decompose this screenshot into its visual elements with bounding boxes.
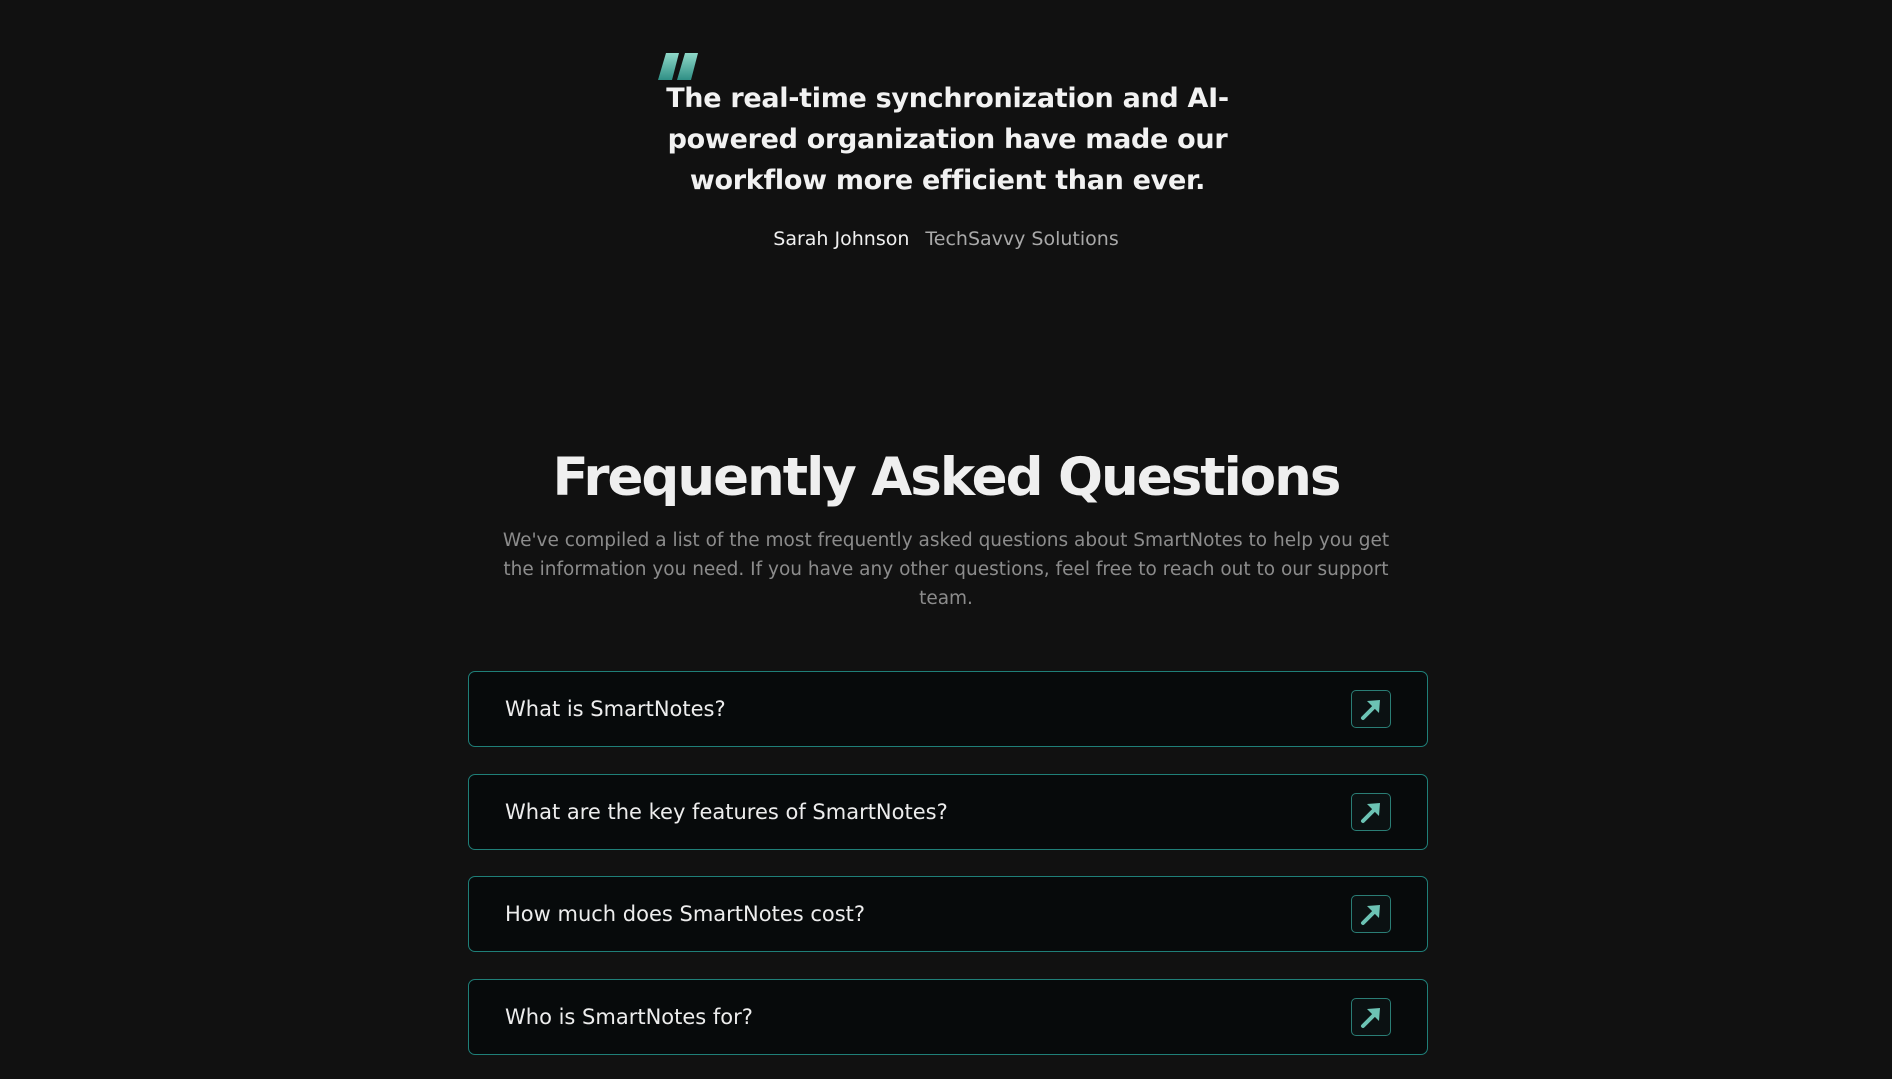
faq-item[interactable]: What are the key features of SmartNotes? bbox=[468, 773, 1428, 850]
testimonial-attribution: Sarah Johnson TechSavvy Solutions bbox=[0, 226, 1892, 252]
faq-title: Frequently Asked Questions bbox=[552, 447, 1342, 508]
faq-question: What is SmartNotes? bbox=[505, 697, 726, 721]
arrow-up-right-icon bbox=[1361, 1007, 1380, 1028]
testimonial-author: Sarah Johnson bbox=[773, 228, 910, 250]
faq-list: What is SmartNotes? What are the key fea… bbox=[468, 671, 1428, 1079]
faq-item[interactable]: How much does SmartNotes cost? bbox=[468, 876, 1428, 952]
faq-expand-button[interactable] bbox=[1351, 895, 1391, 933]
testimonial-company: TechSavvy Solutions bbox=[925, 228, 1119, 250]
faq-expand-button[interactable] bbox=[1351, 792, 1391, 831]
faq-expand-button[interactable] bbox=[1351, 997, 1391, 1036]
faq-question: Who is SmartNotes for? bbox=[505, 1004, 753, 1029]
faq-item[interactable]: Who is SmartNotes for? bbox=[468, 978, 1428, 1055]
faq-expand-button[interactable] bbox=[1351, 690, 1391, 728]
faq-subtitle: We've compiled a list of the most freque… bbox=[502, 530, 1390, 609]
arrow-up-right-icon bbox=[1361, 905, 1380, 925]
faq-question: What are the key features of SmartNotes? bbox=[505, 799, 948, 824]
arrow-up-right-icon bbox=[1361, 700, 1380, 720]
testimonial-quote: The real-time synchronization and AI-pow… bbox=[666, 83, 1229, 196]
faq-question: How much does SmartNotes cost? bbox=[505, 902, 866, 926]
faq-item[interactable]: What is SmartNotes? bbox=[468, 671, 1428, 747]
page: The real-time synchronization and AI-pow… bbox=[0, 0, 1892, 1079]
arrow-up-right-icon bbox=[1361, 802, 1380, 823]
